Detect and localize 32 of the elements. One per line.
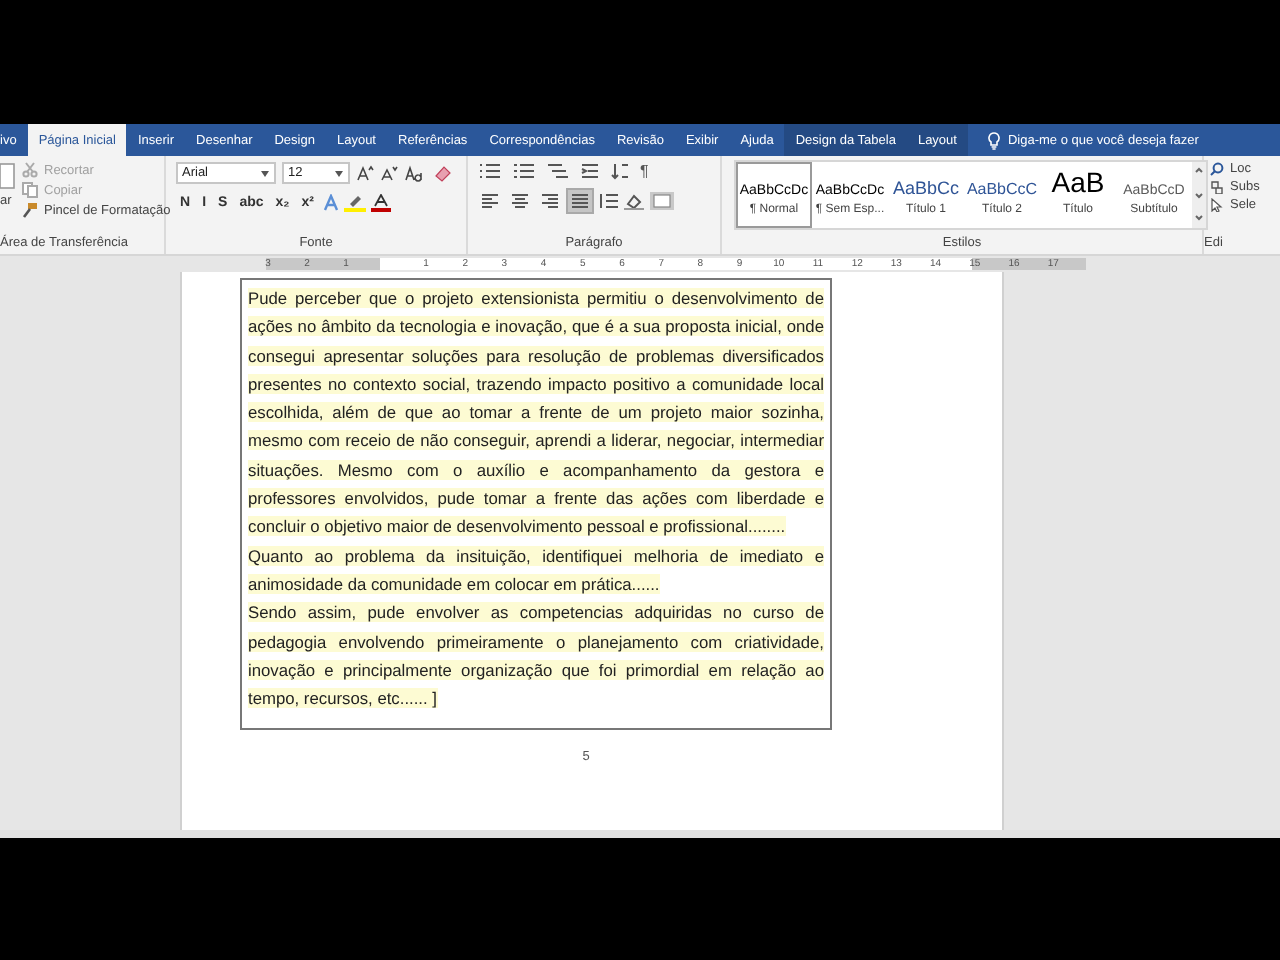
copy-icon xyxy=(22,182,38,198)
paragraph: Pude perceber que o projeto extensionista permitiu o desenvolvimento de ações no âmbito da tecnologia e inovação, que é a sua proposta inicial, onde consegui apresentar soluções para resolução de problemas diversificados presentes no contexto social, trazendo impacto positivo a comunidade local escolhida, além de que ao tomar a frente de um projeto maior sozinha, mesmo com receio de não conseguir, aprendi a liderar, negociar, intermediar situações. Mesmo com o auxílio e acompanhamento da gestora e professores envolvidos, pude tomar a frente das ações com liberdade e concluir o objetivo maior de desenvolvimento pessoal e profissional........ xyxy=(248,286,824,541)
replace-icon xyxy=(1210,180,1224,194)
numbered-list-icon xyxy=(512,162,536,180)
dropdown-arrow-icon xyxy=(334,169,344,177)
font-color-icon xyxy=(370,194,392,212)
change-case-icon xyxy=(404,164,428,182)
line-spacing-icon xyxy=(598,192,618,210)
clear-formatting-icon xyxy=(434,164,452,182)
scissors-icon xyxy=(22,162,38,178)
multilevel-list-icon xyxy=(546,162,570,180)
text-effects-icon xyxy=(322,194,340,212)
dropdown-arrow-icon xyxy=(260,169,270,177)
bullet-list-icon xyxy=(478,162,502,180)
show-formatting-button[interactable]: ¶ xyxy=(640,162,649,180)
find-icon xyxy=(1210,162,1224,176)
align-button[interactable] xyxy=(568,190,592,212)
gallery-scroll-icon xyxy=(1192,162,1206,228)
lightbulb-icon xyxy=(987,131,1000,149)
indent-icon xyxy=(580,162,600,180)
sort-icon xyxy=(610,162,630,180)
shrink-font-icon xyxy=(380,164,398,182)
paragraph: Sendo assim, pude envolver as competencias adquiridas no curso de pedagogia envolvendo primeiramente o planejamento com criatividade, inovação e principalmente organização que foi primordial em relação ao tempo, recursos, etc...... ] xyxy=(248,600,824,713)
shading-icon xyxy=(624,192,644,210)
grow-font-icon xyxy=(356,164,374,182)
paintbrush-icon xyxy=(22,202,38,218)
borders-icon xyxy=(650,192,674,210)
align-button[interactable] xyxy=(508,190,532,212)
paragraph: Quanto ao problema da insituição, identifiquei melhoria de imediato e animosidade da comunidade em colocar em prática...... xyxy=(248,543,824,598)
highlighter-icon xyxy=(344,194,366,212)
align-button[interactable] xyxy=(538,190,562,212)
align-button[interactable] xyxy=(478,190,502,212)
